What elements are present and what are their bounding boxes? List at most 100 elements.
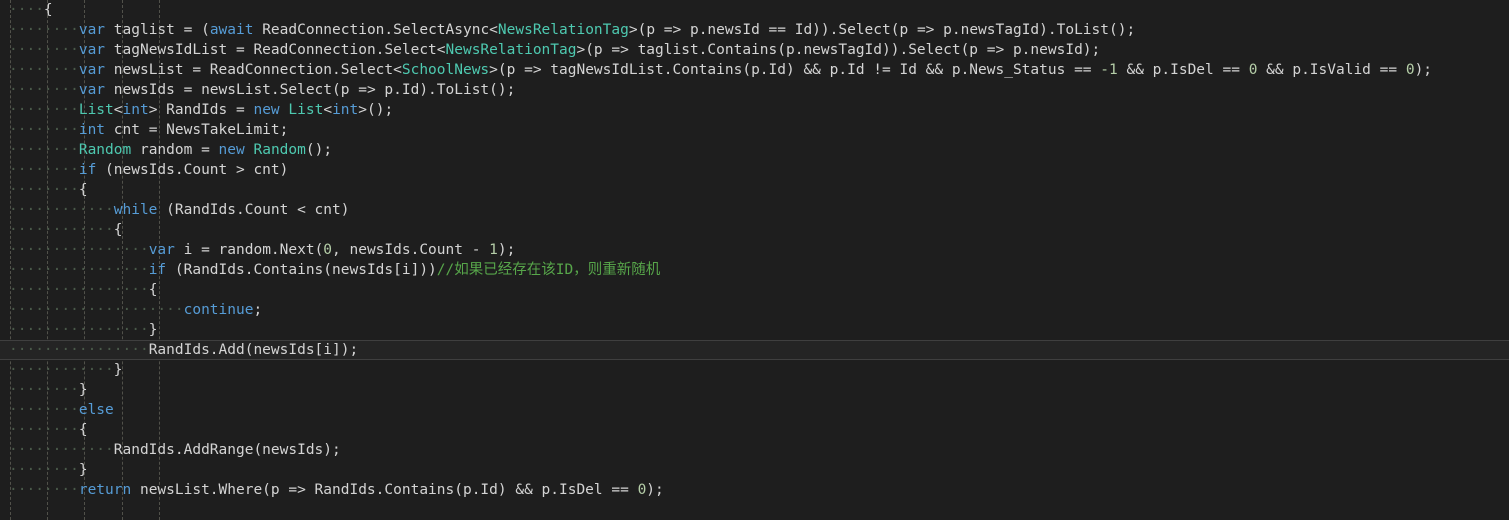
leading-whitespace: ············ xyxy=(9,442,114,458)
code-line[interactable]: ········var newsList = ReadConnection.Se… xyxy=(0,60,1509,80)
code-token-pl: } xyxy=(113,362,123,378)
code-line[interactable]: ········{ xyxy=(0,420,1509,440)
code-token-pl: < xyxy=(113,102,123,118)
code-token-pl: tagNewsIdList = ReadConnection.Select< xyxy=(105,42,446,58)
code-line[interactable]: ········Random random = new Random(); xyxy=(0,140,1509,160)
code-token-pl: { xyxy=(43,2,53,18)
code-token-pl: cnt = NewsTakeLimit; xyxy=(105,122,289,138)
code-line-content: ········{ xyxy=(9,420,88,440)
code-token-cmt: //如果已经存在该ID，则重新随机 xyxy=(436,262,661,278)
code-token-pl: newsIds = newsList.Select(p => p.Id).ToL… xyxy=(105,82,516,98)
code-line-content: ············RandIds.AddRange(newsIds); xyxy=(9,440,341,460)
code-line-content: ········{ xyxy=(9,180,88,200)
code-line[interactable]: ········else xyxy=(0,400,1509,420)
code-line-content: ········else xyxy=(9,400,114,420)
code-line-current[interactable]: ················RandIds.Add(newsIds[i]); xyxy=(0,340,1509,360)
leading-whitespace: ········ xyxy=(9,82,79,98)
code-token-pl: >(p => p.newsId == Id)).Select(p => p.ne… xyxy=(628,22,1136,38)
code-token-type: List xyxy=(78,102,114,118)
code-line[interactable]: ········var taglist = (await ReadConnect… xyxy=(0,20,1509,40)
code-token-pl: RandIds.Add(newsIds[i]); xyxy=(148,342,359,358)
code-token-type: SchoolNews xyxy=(401,62,490,78)
code-line-content: ········var taglist = (await ReadConnect… xyxy=(9,20,1135,40)
code-token-type: List xyxy=(288,102,324,118)
code-line[interactable]: ········return newsList.Where(p => RandI… xyxy=(0,480,1509,500)
leading-whitespace: ················ xyxy=(9,242,149,258)
leading-whitespace: ········ xyxy=(9,102,79,118)
code-line[interactable]: ················} xyxy=(0,320,1509,340)
leading-whitespace: ···················· xyxy=(9,302,184,318)
code-line-content: ············} xyxy=(9,360,123,380)
code-token-pl: (RandIds.Count < cnt) xyxy=(157,202,350,218)
code-line[interactable]: ················var i = random.Next(0, n… xyxy=(0,240,1509,260)
code-line-content: ················if (RandIds.Contains(new… xyxy=(9,260,660,280)
code-token-pl: (); xyxy=(305,142,333,158)
leading-whitespace: ················ xyxy=(9,322,149,338)
code-line-content: ········} xyxy=(9,380,88,400)
code-token-type: Random xyxy=(253,142,306,158)
code-line[interactable]: ············RandIds.AddRange(newsIds); xyxy=(0,440,1509,460)
code-token-pl: ReadConnection.SelectAsync< xyxy=(253,22,498,38)
leading-whitespace: ············ xyxy=(9,222,114,238)
code-line[interactable]: ········int cnt = NewsTakeLimit; xyxy=(0,120,1509,140)
code-token-kw: var xyxy=(78,82,106,98)
code-line-content: ················{ xyxy=(9,280,157,300)
code-token-pl: >(p => taglist.Contains(p.newsTagId)).Se… xyxy=(576,42,1101,58)
code-line[interactable]: ················if (RandIds.Contains(new… xyxy=(0,260,1509,280)
code-line[interactable]: ········if (newsIds.Count > cnt) xyxy=(0,160,1509,180)
code-line-content: ········if (newsIds.Count > cnt) xyxy=(9,160,288,180)
code-token-kw: if xyxy=(78,162,97,178)
leading-whitespace: ············ xyxy=(9,362,114,378)
code-line[interactable]: ········} xyxy=(0,460,1509,480)
code-token-pl: ); xyxy=(646,482,664,498)
code-line[interactable]: ········{ xyxy=(0,180,1509,200)
leading-whitespace: ········ xyxy=(9,162,79,178)
code-line-content: ················var i = random.Next(0, n… xyxy=(9,240,515,260)
code-line-content: ············while (RandIds.Count < cnt) xyxy=(9,200,349,220)
code-line-content: ········return newsList.Where(p => RandI… xyxy=(9,480,664,500)
code-line[interactable]: ····················continue; xyxy=(0,300,1509,320)
code-line[interactable]: ········} xyxy=(0,380,1509,400)
code-token-kw: return xyxy=(78,482,132,498)
code-token-num: 1 xyxy=(489,242,498,258)
code-line-content: ········var tagNewsIdList = ReadConnecti… xyxy=(9,40,1100,60)
code-line[interactable]: ············} xyxy=(0,360,1509,380)
code-line[interactable]: ········List<int> RandIds = new List<int… xyxy=(0,100,1509,120)
code-token-kw: else xyxy=(78,402,114,418)
code-line[interactable]: ················{ xyxy=(0,280,1509,300)
code-line-content: ····················continue; xyxy=(9,300,262,320)
code-line-content: ········} xyxy=(9,460,88,480)
code-line-content: ········Random random = new Random(); xyxy=(9,140,332,160)
code-line-content: ····{ xyxy=(9,0,53,20)
leading-whitespace: ········ xyxy=(9,462,79,478)
code-token-kw: int xyxy=(122,102,149,118)
code-token-kw: var xyxy=(78,42,106,58)
code-line-content: ········List<int> RandIds = new List<int… xyxy=(9,100,393,120)
code-line[interactable]: ········var newsIds = newsList.Select(p … xyxy=(0,80,1509,100)
code-line[interactable]: ············{ xyxy=(0,220,1509,240)
code-token-num: 0 xyxy=(323,242,333,258)
code-token-num: 0 xyxy=(1405,62,1415,78)
leading-whitespace: ········ xyxy=(9,62,79,78)
code-editor[interactable]: ····{········var taglist = (await ReadCo… xyxy=(0,0,1509,520)
code-line[interactable]: ········var tagNewsIdList = ReadConnecti… xyxy=(0,40,1509,60)
code-token-kw: while xyxy=(113,202,158,218)
leading-whitespace: ···· xyxy=(9,2,44,18)
code-token-pl: newsList.Where(p => RandIds.Contains(p.I… xyxy=(131,482,638,498)
leading-whitespace: ················ xyxy=(9,282,149,298)
code-token-pl: RandIds.AddRange(newsIds); xyxy=(113,442,341,458)
code-line-content: ········var newsIds = newsList.Select(p … xyxy=(9,80,515,100)
code-token-type: NewsRelationTag xyxy=(445,42,577,58)
leading-whitespace: ········ xyxy=(9,382,79,398)
leading-whitespace: ········ xyxy=(9,22,79,38)
code-line[interactable]: ····{ xyxy=(0,0,1509,20)
code-line-content: ········var newsList = ReadConnection.Se… xyxy=(9,60,1432,80)
code-token-pl: , newsIds.Count - xyxy=(332,242,490,258)
code-token-pl: newsList = ReadConnection.Select< xyxy=(105,62,402,78)
leading-whitespace: ········ xyxy=(9,402,79,418)
code-line-content: ················RandIds.Add(newsIds[i]); xyxy=(9,340,358,360)
code-line[interactable]: ············while (RandIds.Count < cnt) xyxy=(0,200,1509,220)
code-token-pl: { xyxy=(78,182,88,198)
code-token-kw: int xyxy=(78,122,106,138)
code-token-num: -1 xyxy=(1100,62,1118,78)
